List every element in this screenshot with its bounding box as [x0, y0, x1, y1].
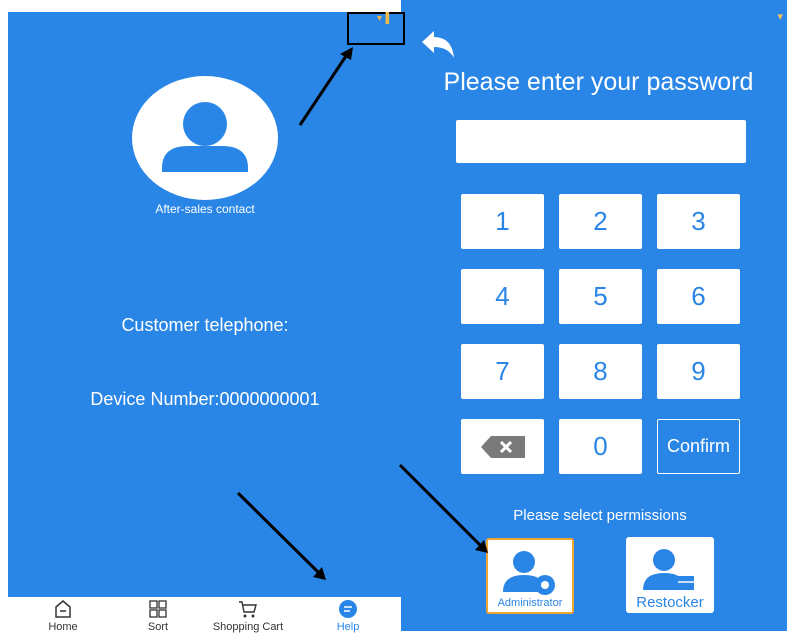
contact-label: After-sales contact — [155, 202, 255, 216]
key-9[interactable]: 9 — [657, 344, 740, 399]
wifi-icon: ▾ — [777, 11, 783, 23]
backspace-button[interactable] — [461, 419, 544, 474]
permissions-title: Please select permissions — [513, 507, 687, 524]
grid-icon — [149, 600, 167, 618]
back-arrow-icon[interactable] — [418, 28, 460, 67]
administrator-label: Administrator — [497, 597, 563, 609]
key-2[interactable]: 2 — [559, 194, 642, 249]
status-highlight-box — [347, 12, 405, 45]
after-sales-avatar[interactable] — [132, 76, 278, 200]
password-input[interactable] — [456, 120, 746, 163]
key-6[interactable]: 6 — [657, 269, 740, 324]
backspace-icon — [480, 435, 525, 458]
wifi-signal-icon: ▾▐ — [377, 13, 390, 24]
nav-home[interactable]: Home — [28, 597, 98, 633]
nav-sort-label: Sort — [147, 621, 169, 633]
restocker-label: Restocker — [636, 594, 704, 611]
nav-help[interactable]: Help — [313, 597, 383, 633]
help-chat-icon — [339, 600, 357, 618]
key-3[interactable]: 3 — [657, 194, 740, 249]
admin-user-icon — [503, 551, 555, 595]
key-8[interactable]: 8 — [559, 344, 642, 399]
nav-cart[interactable]: Shopping Cart — [203, 597, 293, 633]
user-icon — [162, 102, 248, 172]
key-0[interactable]: 0 — [559, 419, 642, 474]
password-title: Please enter your password — [443, 68, 754, 96]
device-number: Device Number:0000000001 — [90, 389, 320, 409]
restocker-button[interactable]: Restocker — [626, 537, 714, 613]
confirm-button[interactable]: Confirm — [657, 419, 740, 474]
bottom-nav: Home Sort Shopping Cart Help — [8, 597, 401, 633]
administrator-button[interactable]: Administrator — [486, 538, 574, 614]
nav-sort[interactable]: Sort — [123, 597, 193, 633]
cart-icon — [239, 601, 257, 618]
customer-telephone: Customer telephone: — [121, 315, 289, 335]
key-7[interactable]: 7 — [461, 344, 544, 399]
nav-home-label: Home — [48, 621, 78, 633]
key-1[interactable]: 1 — [461, 194, 544, 249]
key-5[interactable]: 5 — [559, 269, 642, 324]
nav-cart-label: Shopping Cart — [212, 621, 284, 633]
restocker-user-icon — [643, 549, 694, 590]
home-icon — [55, 600, 71, 618]
key-4[interactable]: 4 — [461, 269, 544, 324]
nav-help-label: Help — [336, 621, 360, 633]
